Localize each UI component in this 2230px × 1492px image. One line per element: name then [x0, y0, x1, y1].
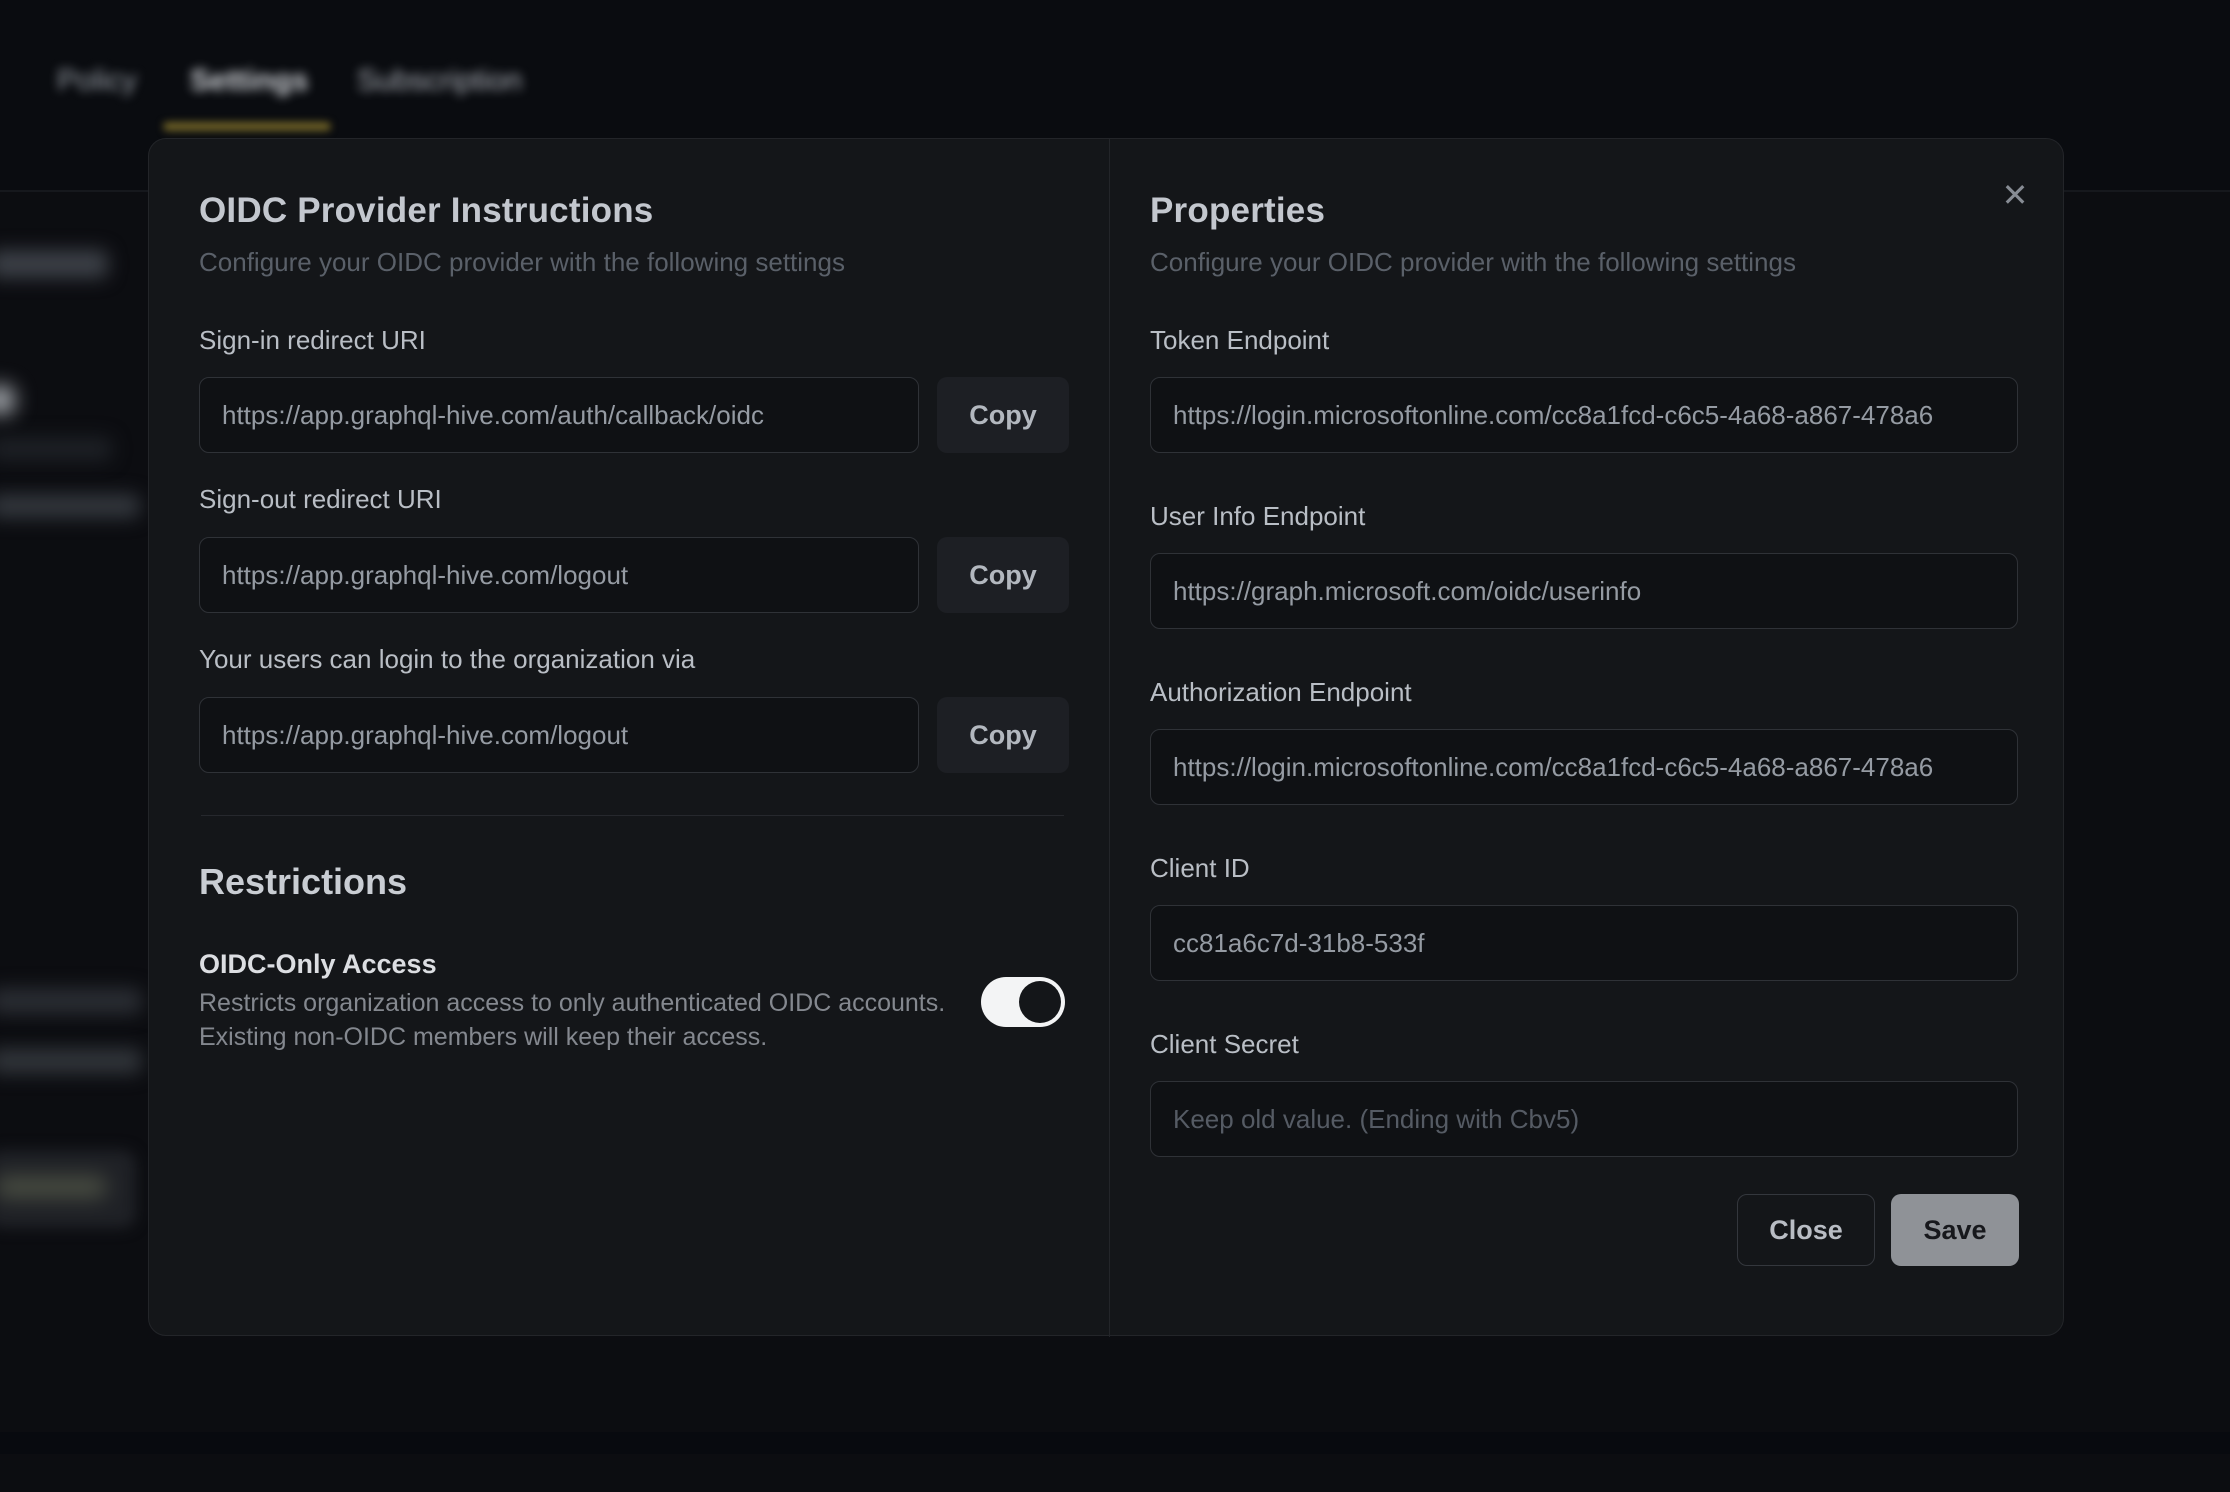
oidc-settings-dialog: ✕ OIDC Provider Instructions Configure y…	[148, 138, 2064, 1336]
blurred-background-button	[0, 1150, 136, 1228]
blurred-background-text	[0, 494, 140, 518]
blurred-background-text	[0, 437, 112, 461]
blurred-background-text	[0, 1048, 142, 1074]
token-endpoint-input[interactable]	[1150, 377, 2018, 453]
copy-login-via-button[interactable]: Copy	[937, 697, 1069, 773]
close-button[interactable]: Close	[1737, 1194, 1875, 1266]
left-column-title: OIDC Provider Instructions	[199, 191, 653, 231]
oidc-only-access-toggle[interactable]	[981, 977, 1065, 1027]
authorization-endpoint-label: Authorization Endpoint	[1150, 677, 1412, 708]
tab-settings[interactable]: Settings	[190, 64, 308, 98]
authorization-endpoint-input[interactable]	[1150, 729, 2018, 805]
oidc-only-access-description-line2: Existing non-OIDC members will keep thei…	[199, 1023, 767, 1052]
screen: Policy Settings Subscription ✕ OIDC Prov…	[0, 0, 2230, 1492]
blurred-background-dot	[0, 386, 14, 414]
background-band	[0, 1432, 2230, 1454]
copy-sign-in-uri-button[interactable]: Copy	[937, 377, 1069, 453]
tab-subscription[interactable]: Subscription	[357, 64, 522, 98]
copy-sign-out-uri-button[interactable]: Copy	[937, 537, 1069, 613]
restrictions-divider	[201, 815, 1064, 816]
token-endpoint-label: Token Endpoint	[1150, 325, 1329, 356]
right-column-subtitle: Configure your OIDC provider with the fo…	[1150, 247, 1796, 278]
user-info-endpoint-label: User Info Endpoint	[1150, 501, 1365, 532]
tab-policy[interactable]: Policy	[57, 64, 137, 98]
sign-in-redirect-uri-input[interactable]	[199, 377, 919, 453]
login-via-input[interactable]	[199, 697, 919, 773]
restrictions-title: Restrictions	[199, 861, 407, 903]
blurred-background-text	[0, 988, 142, 1014]
column-divider	[1109, 139, 1110, 1337]
blurred-background-text	[0, 250, 108, 278]
toggle-thumb-icon	[1019, 981, 1061, 1023]
oidc-only-access-description-line1: Restricts organization access to only au…	[199, 989, 945, 1018]
sign-in-redirect-uri-label: Sign-in redirect URI	[199, 325, 426, 356]
left-column-subtitle: Configure your OIDC provider with the fo…	[199, 247, 845, 278]
client-id-input[interactable]	[1150, 905, 2018, 981]
oidc-only-access-label: OIDC-Only Access	[199, 949, 437, 980]
login-via-label: Your users can login to the organization…	[199, 644, 695, 675]
sign-out-redirect-uri-input[interactable]	[199, 537, 919, 613]
active-tab-underline	[163, 122, 331, 131]
sign-out-redirect-uri-label: Sign-out redirect URI	[199, 484, 442, 515]
close-icon[interactable]: ✕	[1989, 169, 2041, 221]
save-button[interactable]: Save	[1891, 1194, 2019, 1266]
user-info-endpoint-input[interactable]	[1150, 553, 2018, 629]
client-id-label: Client ID	[1150, 853, 1250, 884]
client-secret-label: Client Secret	[1150, 1029, 1299, 1060]
blurred-background-button-label	[0, 1176, 106, 1198]
client-secret-input[interactable]	[1150, 1081, 2018, 1157]
right-column-title: Properties	[1150, 191, 1325, 231]
